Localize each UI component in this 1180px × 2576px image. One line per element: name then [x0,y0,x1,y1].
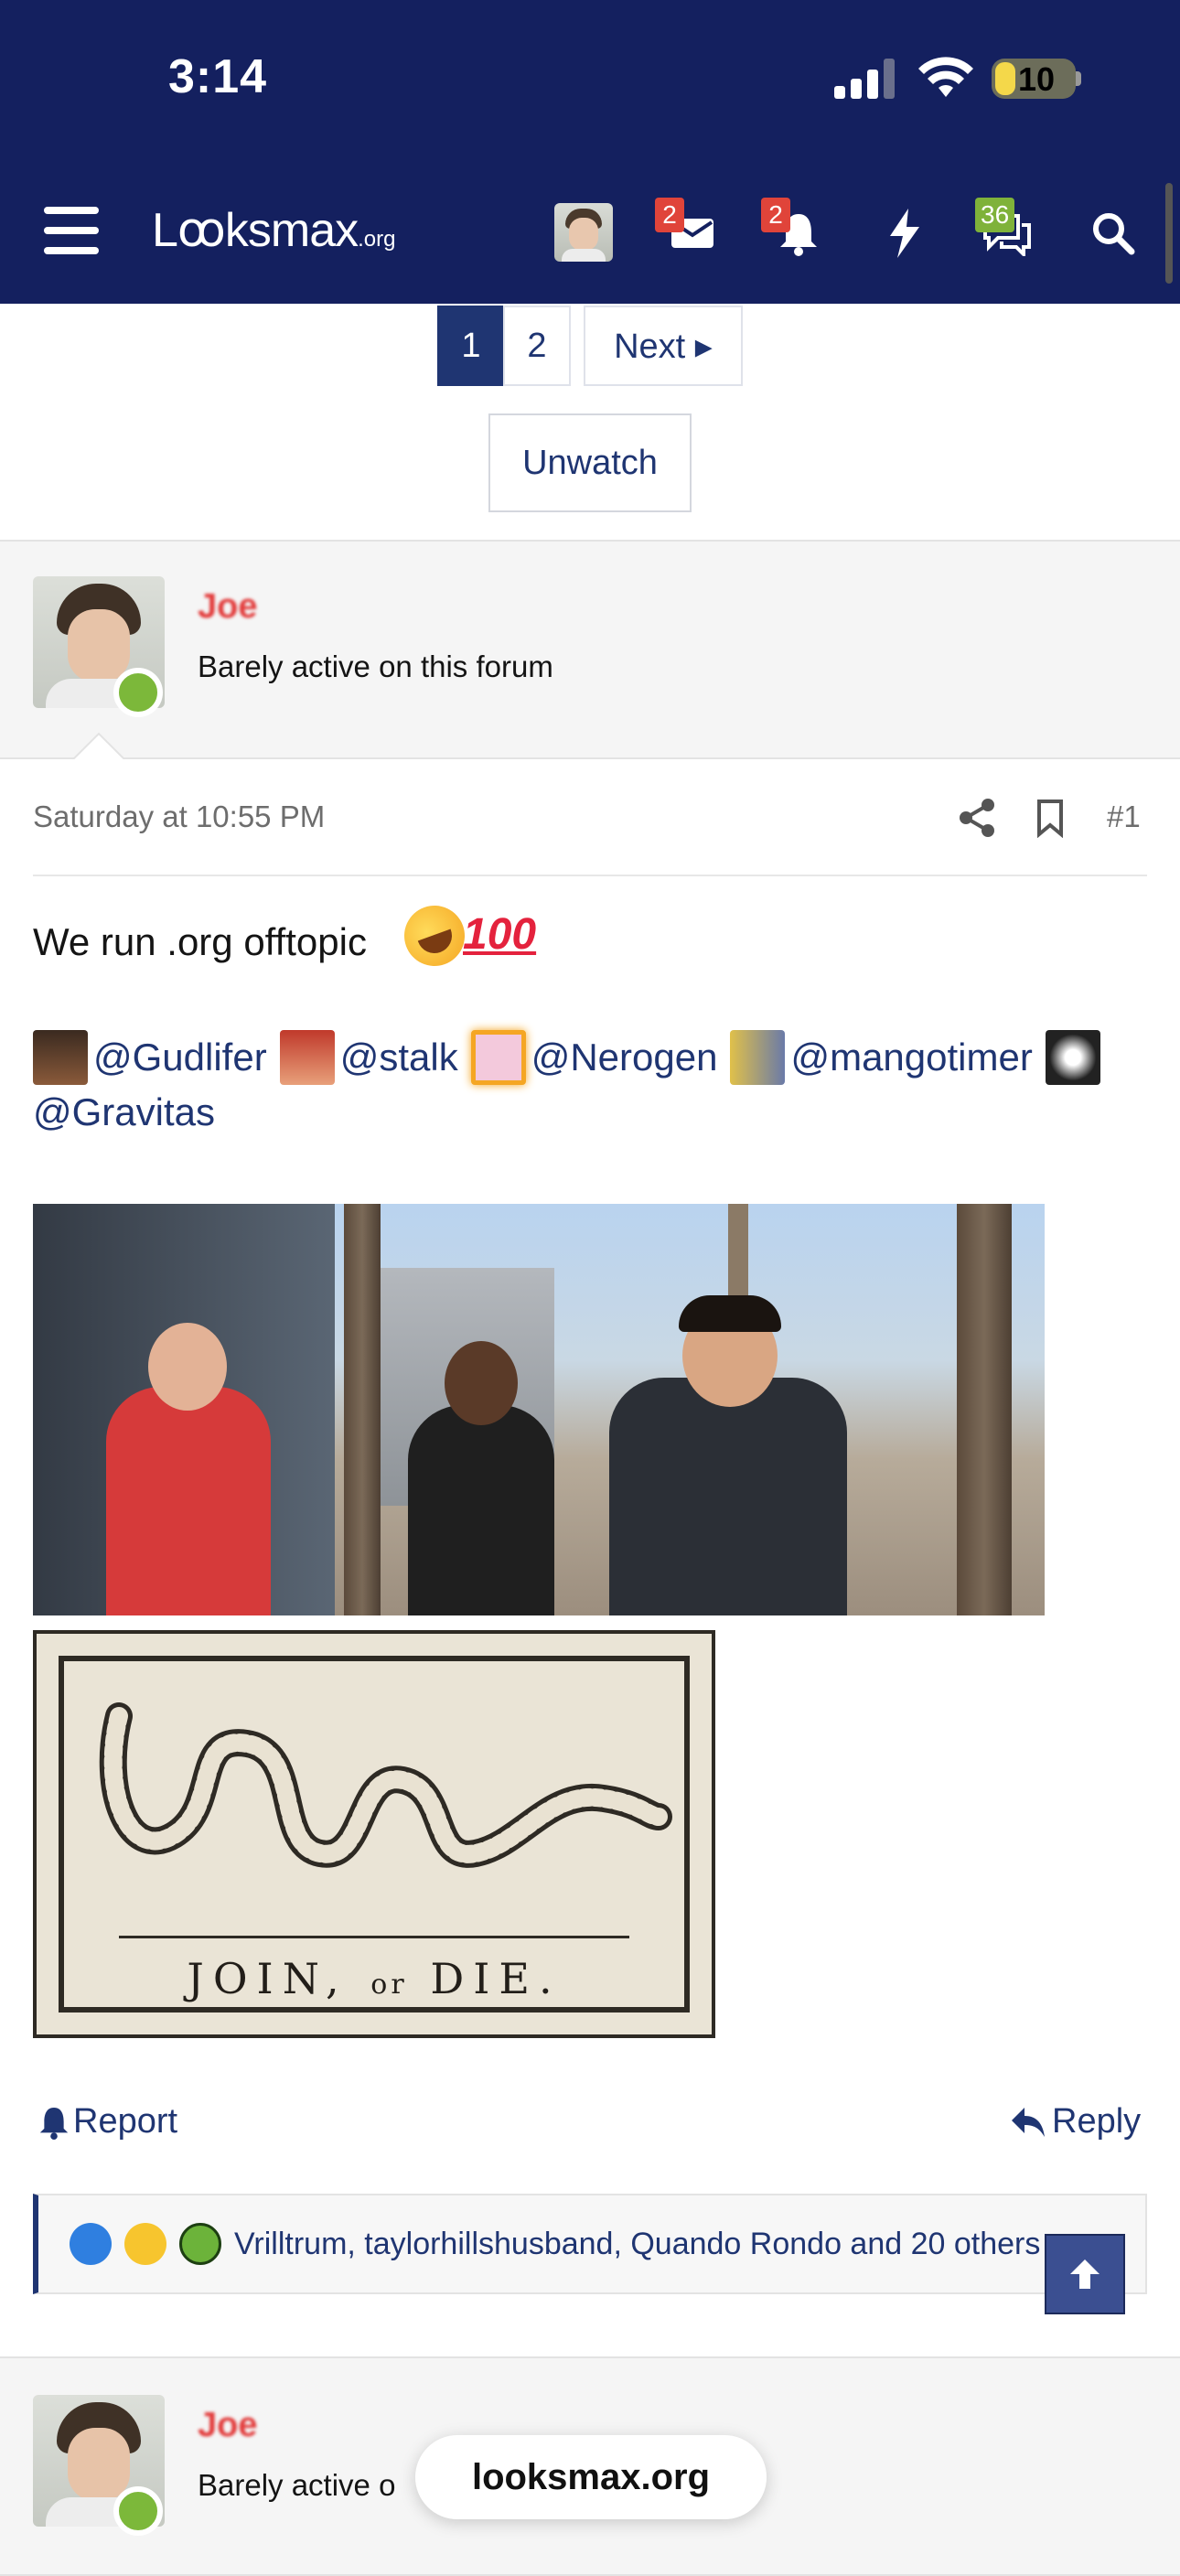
reply-button[interactable]: Reply [1010,2102,1141,2141]
flag-caption-die: DIE. [430,1954,562,2003]
report-label: Report [73,2102,178,2141]
street-photo[interactable] [33,1204,1045,1615]
next-page-button[interactable]: Next ▸ [584,306,743,386]
unwatch-button[interactable]: Unwatch [488,413,692,512]
mention-link[interactable]: @stalk [340,1036,458,1079]
mention-link[interactable]: @Nerogen [531,1036,718,1079]
online-indicator [113,2486,163,2536]
username[interactable]: Joe [198,587,257,627]
page-2-button[interactable]: 2 [503,306,571,386]
scroll-to-top-button[interactable] [1045,2234,1125,2314]
arrow-up-icon [1070,2259,1100,2289]
caret-pointer [71,732,126,761]
reactions-text[interactable]: Vrilltrum, taylorhillshusband, Quando Ro… [234,2227,1040,2262]
whats-new-badge: 36 [975,198,1015,232]
inbox-badge: 2 [655,198,684,232]
flag-caption-join: JOIN, [187,1954,349,2003]
app-header: 3:14 10 Lꝏksmax.org 2 2 36 [0,0,1180,304]
page-1-button[interactable]: 1 [437,306,505,386]
search-icon[interactable] [1081,201,1145,265]
mention-link[interactable]: @mangotimer [790,1036,1032,1079]
reply-icon [1012,2107,1045,2137]
mention-avatar [33,1030,88,1085]
flag-caption-or: or [370,1969,408,2001]
mentions-line-2: @Gravitas [33,1090,228,1134]
wifi-icon [918,57,973,97]
logo-text: Lꝏksmax [152,204,359,257]
bookmark-icon[interactable] [1034,798,1067,838]
rofl-emoji-icon [395,896,474,975]
hundred-emoji-icon: 100 [463,910,537,959]
user-title: Barely active o [198,2468,396,2502]
mention-avatar [279,1030,335,1085]
mention-avatar [730,1030,786,1085]
like-reaction-icon [70,2223,112,2265]
reply-label: Reply [1052,2102,1142,2141]
divider [33,875,1147,876]
lightning-icon[interactable] [873,201,937,265]
mention-link[interactable]: @Gudlifer [93,1036,267,1079]
sick-reaction-icon [179,2223,221,2265]
battery-level: 10 [1017,60,1056,98]
alerts-badge: 2 [761,198,790,232]
haha-reaction-icon [124,2223,166,2265]
snake-illustration [99,1702,672,1868]
post-number[interactable]: #1 [1107,800,1141,834]
online-indicator [113,668,163,717]
site-logo[interactable]: Lꝏksmax.org [152,203,395,258]
status-time: 3:14 [168,50,268,103]
menu-icon[interactable] [44,207,99,254]
user-title: Barely active on this forum [198,649,553,683]
bell-icon [39,2107,69,2140]
post-text: We run .org offtopic [33,920,367,963]
report-button[interactable]: Report [38,2102,177,2141]
share-icon[interactable] [957,798,997,838]
logo-suffix: .org [358,227,396,252]
mention-avatar [1045,1030,1100,1085]
browser-url-pill[interactable]: looksmax.org [415,2435,767,2519]
cell-signal-icon [834,59,898,99]
mentions-line-1: @Gudlifer @stalk @Nerogen @mangotimer [33,1030,1106,1085]
username[interactable]: Joe [198,2406,257,2445]
post-date[interactable]: Saturday at 10:55 PM [33,800,325,834]
flag-caption: JOIN, or DIE. [64,1954,684,2003]
post-user-strip: Joe Barely active on this forum [0,540,1180,759]
join-or-die-image[interactable]: JOIN, or DIE. [33,1630,715,2038]
account-avatar[interactable] [554,203,613,262]
scrollbar[interactable] [1165,183,1173,284]
battery-icon: 10 [992,59,1076,99]
reactions-bar[interactable]: Vrilltrum, taylorhillshusband, Quando Ro… [33,2194,1147,2294]
mention-link[interactable]: @Gravitas [33,1090,215,1134]
mention-avatar [470,1030,526,1085]
